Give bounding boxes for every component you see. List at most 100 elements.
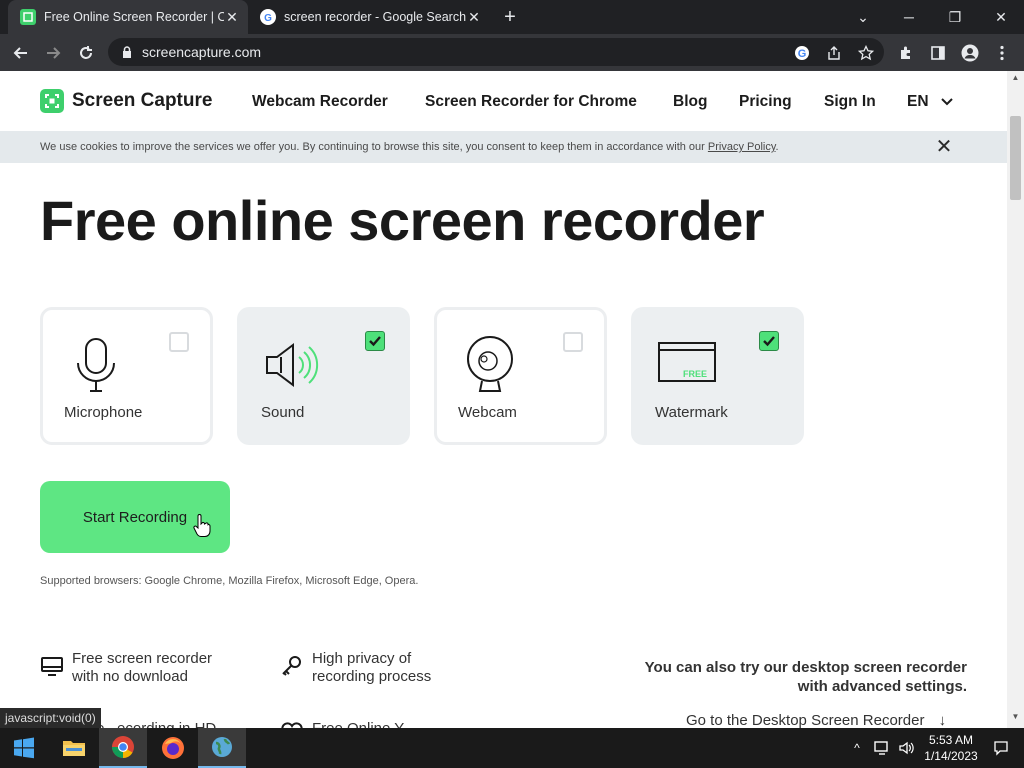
extensions-icon[interactable] <box>893 40 919 66</box>
browser-toolbar: screencapture.com G <box>0 34 1024 71</box>
tab-google-search[interactable]: G screen recorder - Google Search ✕ <box>250 0 490 34</box>
privacy-policy-link[interactable]: Privacy Policy <box>708 141 776 153</box>
language-selector[interactable]: EN <box>907 93 953 111</box>
notifications-icon[interactable] <box>988 728 1014 768</box>
microphone-icon <box>77 338 115 392</box>
close-tab-icon[interactable]: ✕ <box>466 9 482 26</box>
option-label: Watermark <box>655 404 728 421</box>
tab-title: Free Online Screen Recorder | Or <box>44 10 224 24</box>
desktop-recorder-link[interactable]: Go to the Desktop Screen Recorder ↓ <box>686 712 946 728</box>
google-favicon-icon: G <box>260 9 276 25</box>
site-header: Screen Capture Webcam Recorder Screen Re… <box>0 71 1007 131</box>
monitor-icon <box>41 657 63 676</box>
feature-no-download: Free screen recorder with no download <box>40 650 212 686</box>
option-webcam[interactable]: Webcam <box>434 307 607 445</box>
option-sound[interactable]: Sound <box>237 307 410 445</box>
bookmark-star-icon[interactable] <box>853 40 879 66</box>
webcam-icon <box>467 336 513 392</box>
heart-icon <box>281 722 303 728</box>
url-text: screencapture.com <box>142 44 262 60</box>
checkmark-icon <box>763 336 775 347</box>
forward-icon[interactable] <box>40 40 66 66</box>
feature-line: with no download <box>72 668 188 685</box>
tray-expand-icon[interactable]: ^ <box>848 728 866 768</box>
option-watermark[interactable]: FREE Watermark <box>631 307 804 445</box>
option-label: Microphone <box>64 404 143 421</box>
feature-line: Free screen recorder <box>72 650 213 667</box>
checkmark-icon <box>369 336 381 347</box>
scroll-down-arrow-icon[interactable]: ▼ <box>1007 712 1024 726</box>
svg-text:G: G <box>798 48 807 60</box>
option-label: Sound <box>261 404 305 421</box>
firefox-icon[interactable] <box>149 728 197 768</box>
google-lens-icon[interactable]: G <box>789 40 815 66</box>
address-bar[interactable]: screencapture.com <box>108 38 884 66</box>
side-panel-icon[interactable] <box>925 40 951 66</box>
sound-checkbox[interactable] <box>365 331 385 351</box>
feature-privacy: High privacy of recording process <box>280 650 431 686</box>
feature-line: Free Online Y... <box>312 720 415 728</box>
page-title: Free online screen recorder <box>40 189 765 252</box>
new-tab-button[interactable]: + <box>498 5 522 29</box>
cookie-banner: We use cookies to improve the services w… <box>0 131 1007 163</box>
minimize-button[interactable]: ─ <box>886 0 932 34</box>
feature-line: High privacy of <box>312 650 412 667</box>
clock-date: 1/14/2023 <box>924 749 978 763</box>
share-icon[interactable] <box>821 40 847 66</box>
supported-browsers-note: Supported browsers: Google Chrome, Mozil… <box>40 575 419 587</box>
webcam-checkbox[interactable] <box>563 332 583 352</box>
watermark-checkbox[interactable] <box>759 331 779 351</box>
screen-capture-logo-icon <box>40 89 64 113</box>
close-cookie-banner-icon[interactable]: ✕ <box>934 137 954 157</box>
tab-search-icon[interactable]: ⌄ <box>840 0 886 34</box>
close-window-button[interactable]: ✕ <box>978 0 1024 34</box>
clock-time: 5:53 AM <box>928 733 974 747</box>
browser-tab-bar: Free Online Screen Recorder | Or ✕ G scr… <box>0 0 1024 34</box>
key-icon <box>282 656 301 676</box>
language-label: EN <box>907 93 929 110</box>
speaker-icon <box>266 343 319 387</box>
nav-webcam-recorder[interactable]: Webcam Recorder <box>252 93 388 111</box>
page-scrollbar[interactable]: ▲ ▼ <box>1007 71 1024 728</box>
option-label: Webcam <box>458 404 517 421</box>
nav-pricing[interactable]: Pricing <box>739 93 792 111</box>
tab-title: screen recorder - Google Search <box>284 10 466 24</box>
scroll-up-arrow-icon[interactable]: ▲ <box>1007 73 1024 87</box>
hand-cursor-icon <box>193 514 211 537</box>
feature-line: recording process <box>312 668 432 685</box>
logo-text: Screen Capture <box>72 90 213 111</box>
file-explorer-icon[interactable] <box>50 728 98 768</box>
reload-icon[interactable] <box>73 40 99 66</box>
lock-icon <box>123 46 131 58</box>
svg-text:G: G <box>264 13 272 23</box>
cookie-message: We use cookies to improve the services w… <box>40 141 779 153</box>
nav-sign-in[interactable]: Sign In <box>824 93 876 111</box>
option-microphone[interactable]: Microphone <box>40 307 213 445</box>
feature-free-online: Free Online Y... <box>280 720 415 728</box>
tab-screen-capture[interactable]: Free Online Screen Recorder | Or ✕ <box>8 0 248 34</box>
restore-button[interactable]: ❐ <box>932 0 978 34</box>
app-globe-icon[interactable] <box>198 728 246 768</box>
close-tab-icon[interactable]: ✕ <box>224 9 240 26</box>
site-logo[interactable]: Screen Capture <box>40 89 212 113</box>
status-bar-url: javascript:void(0) <box>0 708 101 728</box>
screencapture-favicon-icon <box>20 9 36 25</box>
menu-kebab-icon[interactable] <box>989 40 1015 66</box>
volume-icon[interactable] <box>896 728 918 768</box>
windows-start-icon[interactable] <box>0 728 48 768</box>
scrollbar-thumb[interactable] <box>1010 116 1021 200</box>
chrome-taskbar-icon[interactable] <box>99 728 147 768</box>
network-icon[interactable] <box>871 728 893 768</box>
chevron-down-icon <box>941 98 953 106</box>
taskbar-clock[interactable]: 5:53 AM 1/14/2023 <box>918 732 984 764</box>
watermark-icon: FREE <box>658 342 716 382</box>
arrow-down-icon: ↓ <box>938 712 947 728</box>
nav-screen-recorder-chrome[interactable]: Screen Recorder for Chrome <box>425 93 637 111</box>
windows-taskbar: ^ 5:53 AM 1/14/2023 <box>0 728 1024 768</box>
watermark-badge: FREE <box>683 369 707 379</box>
microphone-checkbox[interactable] <box>169 332 189 352</box>
profile-icon[interactable] <box>957 40 983 66</box>
back-icon[interactable] <box>8 40 34 66</box>
nav-blog[interactable]: Blog <box>673 93 707 111</box>
desktop-recorder-promo: You can also try our desktop screen reco… <box>644 659 967 695</box>
